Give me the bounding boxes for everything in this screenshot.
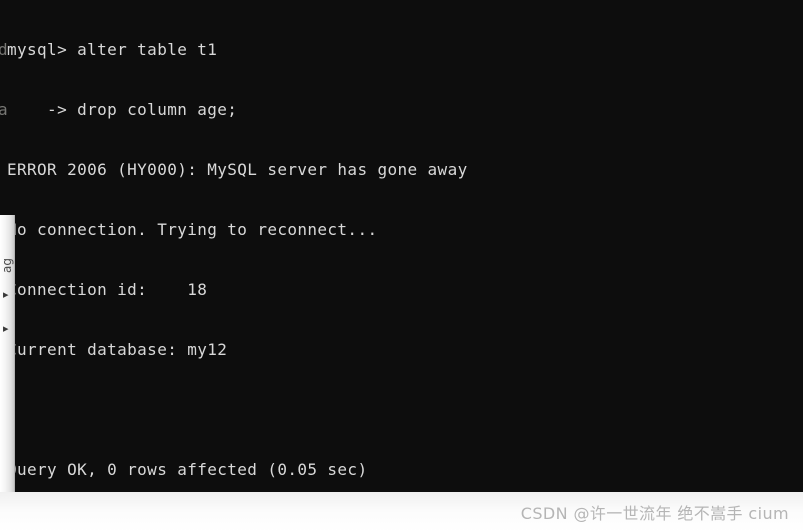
vertical-scrollbar[interactable]: ▸ ▸ ag bbox=[0, 215, 15, 492]
mysql-terminal-window[interactable]: mysql> alter table t1 -> drop column age… bbox=[0, 0, 803, 492]
screenshot-root: mysql> alter table t1 -> drop column age… bbox=[0, 0, 803, 532]
terminal-line: mysql> alter table t1 bbox=[7, 40, 218, 59]
scrollbar-arrow-icon[interactable]: ▸ bbox=[3, 289, 9, 300]
terminal-line: -> drop column age; bbox=[7, 100, 238, 119]
terminal-line: No connection. Trying to reconnect... bbox=[7, 220, 378, 239]
csdn-watermark: CSDN @许一世流年 绝不嵩手 cium bbox=[520, 504, 789, 523]
terminal-line: Query OK, 0 rows affected (0.05 sec) bbox=[7, 460, 368, 479]
terminal-line: Current database: my12 bbox=[7, 340, 228, 359]
terminal-line: Connection id: 18 bbox=[7, 280, 208, 299]
terminal-output: mysql> alter table t1 -> drop column age… bbox=[7, 0, 803, 492]
scrollbar-arrow-icon[interactable]: ▸ bbox=[3, 323, 9, 334]
scrollbar-rotated-label: ag bbox=[0, 258, 14, 273]
terminal-line: ERROR 2006 (HY000): MySQL server has gon… bbox=[7, 160, 468, 179]
